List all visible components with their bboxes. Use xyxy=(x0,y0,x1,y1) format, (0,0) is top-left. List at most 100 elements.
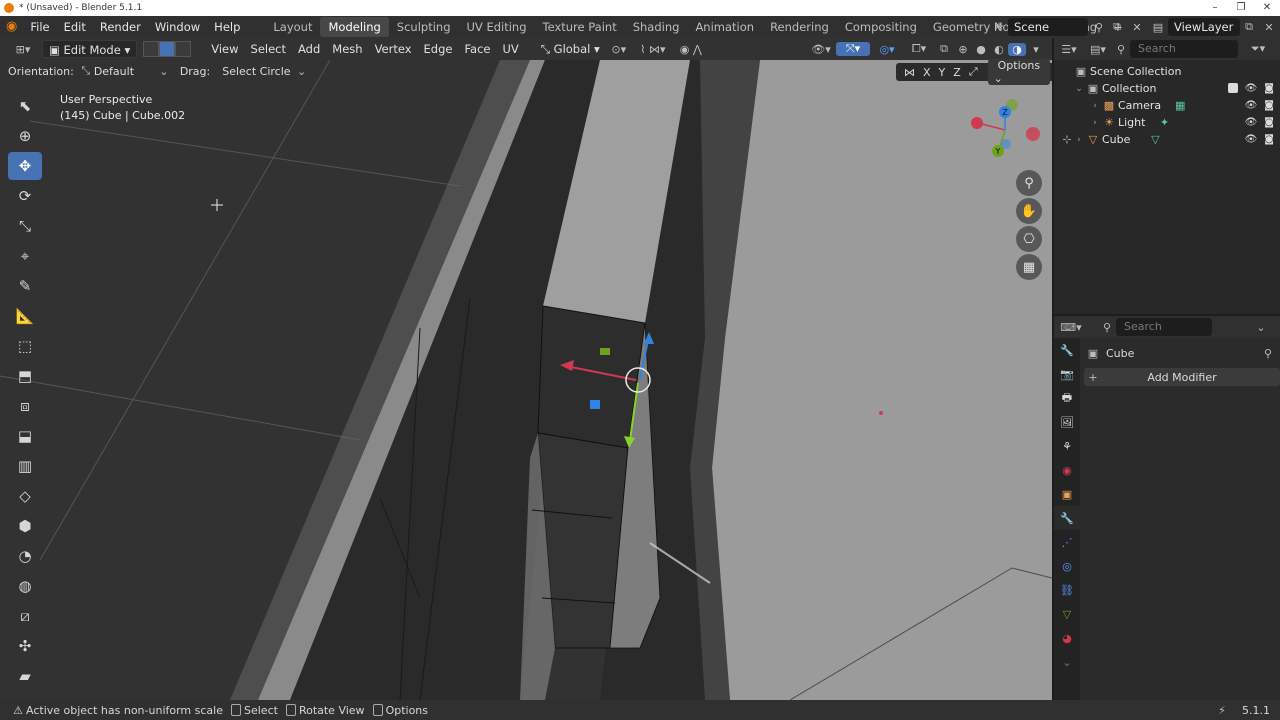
tab-texture-paint[interactable]: Texture Paint xyxy=(535,17,625,37)
transform-orientation-selector[interactable]: ⤡ Global ▾ xyxy=(535,40,606,58)
render-camera-icon[interactable]: ◙ xyxy=(1264,100,1274,111)
tab-compositing[interactable]: Compositing xyxy=(837,17,925,37)
view-layer-tab-icon[interactable]: 🖼 xyxy=(1054,410,1080,434)
solid-shading-icon[interactable]: ● xyxy=(972,43,990,56)
orientation-dropdown[interactable]: Default xyxy=(94,65,158,78)
transform-tool-icon[interactable]: ⌖ xyxy=(8,242,42,270)
tab-layout[interactable]: Layout xyxy=(265,17,320,37)
editor-type-icon[interactable]: ⊞▾ xyxy=(10,43,36,56)
shrink-fatten-tool-icon[interactable]: ✣ xyxy=(8,632,42,660)
xray-toggle-icon[interactable]: ⧉ xyxy=(934,42,954,56)
tab-rendering[interactable]: Rendering xyxy=(762,17,837,37)
render-tab-icon[interactable]: 📷 xyxy=(1054,362,1080,386)
proportional-editing-icon[interactable]: ◉ ⋀ xyxy=(674,43,708,56)
menu-edge[interactable]: Edge xyxy=(418,40,459,58)
knife-tool-icon[interactable]: ◇ xyxy=(8,482,42,510)
maximize-button[interactable]: ❐ xyxy=(1228,0,1254,16)
pin-icon[interactable]: ⚲ xyxy=(1090,21,1108,34)
outliner-row-collection[interactable]: ⌄ ▣ Collection 👁 ◙ xyxy=(1054,80,1280,97)
filter-icon[interactable]: ⏷▾ xyxy=(1244,42,1272,56)
wireframe-shading-icon[interactable]: ⊕ xyxy=(954,43,972,56)
tab-modeling[interactable]: Modeling xyxy=(320,17,389,37)
eye-icon[interactable]: 👁 xyxy=(1245,134,1258,145)
eye-icon[interactable]: 👁 xyxy=(1245,100,1258,111)
scene-tab-icon[interactable]: ⚘ xyxy=(1054,434,1080,458)
close-button[interactable]: ✕ xyxy=(1254,0,1280,16)
rotate-tool-icon[interactable]: ⟳ xyxy=(8,182,42,210)
particles-tab-icon[interactable]: ⋰ xyxy=(1054,530,1080,554)
drag-chevron-icon[interactable]: ⌄ xyxy=(295,65,309,78)
annotate-tool-icon[interactable]: ✎ xyxy=(8,272,42,300)
spin-tool-icon[interactable]: ◔ xyxy=(8,542,42,570)
mirror-z-toggle[interactable]: Z xyxy=(949,66,965,79)
delete-view-layer-icon[interactable]: ✕ xyxy=(1258,21,1280,34)
constraints-tab-icon[interactable]: ⛓ xyxy=(1054,578,1080,602)
auto-merge-icon[interactable]: ⤢ xyxy=(965,65,982,79)
modifier-tab-icon[interactable]: 🔧 xyxy=(1054,506,1080,530)
outliner-row-scene-collection[interactable]: ▣ Scene Collection xyxy=(1054,63,1280,80)
drag-dropdown[interactable]: Select Circle xyxy=(222,65,290,78)
exclude-checkbox[interactable] xyxy=(1227,83,1238,93)
scale-tool-icon[interactable]: ⤡ xyxy=(8,212,42,240)
pivot-point-icon[interactable]: ⊙▾ xyxy=(606,43,632,56)
world-tab-icon[interactable]: ◉ xyxy=(1054,458,1080,482)
bevel-tool-icon[interactable]: ⬓ xyxy=(8,422,42,450)
outliner-row-light[interactable]: › ☀ Light ✦ 👁 ◙ xyxy=(1054,114,1280,131)
pan-hand-icon[interactable]: ✋ xyxy=(1016,198,1042,224)
eye-icon[interactable]: 👁 xyxy=(1245,117,1258,128)
add-modifier-button[interactable]: + Add Modifier xyxy=(1084,368,1280,386)
new-scene-icon[interactable]: ⧉ xyxy=(1108,20,1126,34)
outliner-editor-type-icon[interactable]: ☰▾ xyxy=(1054,43,1084,56)
mesh-edit-overlay-icon[interactable]: ⧠▾ xyxy=(904,42,934,56)
orientation-chevron-icon[interactable]: ⌄ xyxy=(158,65,170,78)
outliner-row-cube[interactable]: ⊹ › ▽ Cube ▽ 👁 ◙ xyxy=(1054,131,1280,148)
measure-tool-icon[interactable]: 📐 xyxy=(8,302,42,330)
vertex-select-mode-icon[interactable] xyxy=(143,41,160,57)
tool-tab-icon[interactable]: 🔧 xyxy=(1054,338,1080,362)
overlays-toggle-icon[interactable]: ◎▾ xyxy=(870,43,904,56)
3d-viewport[interactable]: Z Y ⊞▾ ▣ Edit Mode ▾ View Select Add Mes… xyxy=(0,38,1052,700)
inset-tool-icon[interactable]: ⧈ xyxy=(8,392,42,420)
zoom-icon[interactable]: ⚲ xyxy=(1016,170,1042,196)
mirror-y-toggle[interactable]: Y xyxy=(935,66,950,79)
viewport-scene[interactable]: Z Y xyxy=(0,38,1052,700)
edge-slide-tool-icon[interactable]: ⧄ xyxy=(8,602,42,630)
mode-selector[interactable]: ▣ Edit Mode ▾ xyxy=(42,40,138,58)
render-camera-icon[interactable]: ◙ xyxy=(1264,134,1274,145)
scroll-down-icon[interactable]: ⌄ xyxy=(1054,650,1080,674)
poly-build-tool-icon[interactable]: ⬢ xyxy=(8,512,42,540)
shear-tool-icon[interactable]: ▰ xyxy=(8,662,42,690)
tab-sculpting[interactable]: Sculpting xyxy=(389,17,459,37)
options-dropdown[interactable]: Options ⌄ xyxy=(987,59,1051,85)
menu-window[interactable]: Window xyxy=(148,16,207,38)
loop-cut-tool-icon[interactable]: ▥ xyxy=(8,452,42,480)
outliner-row-camera[interactable]: › ▩ Camera ▦ 👁 ◙ xyxy=(1054,97,1280,114)
expand-icon[interactable]: › xyxy=(1090,118,1100,128)
mesh-data-icon[interactable]: ▽ xyxy=(1146,133,1164,146)
tab-animation[interactable]: Animation xyxy=(687,17,762,37)
gizmo-toggle-icon[interactable]: ⤧▾ xyxy=(836,42,870,56)
edit-mode-indicator-icon[interactable]: ⊹ xyxy=(1060,133,1074,146)
properties-search-input[interactable]: Search xyxy=(1116,318,1212,336)
minimize-button[interactable]: – xyxy=(1202,0,1228,16)
render-camera-icon[interactable]: ◙ xyxy=(1264,117,1274,128)
menu-face[interactable]: Face xyxy=(458,40,496,58)
rendered-shading-icon[interactable]: ◑ xyxy=(1008,42,1026,56)
render-camera-icon[interactable]: ◙ xyxy=(1264,83,1274,94)
move-tool-icon[interactable]: ✥ xyxy=(8,152,42,180)
menu-add[interactable]: Add xyxy=(292,40,326,58)
camera-view-icon[interactable]: ⎔ xyxy=(1016,226,1042,252)
data-tab-icon[interactable]: ▽ xyxy=(1054,602,1080,626)
properties-editor-type-icon[interactable]: ⌨▾ xyxy=(1054,321,1088,334)
expand-icon[interactable]: › xyxy=(1090,101,1100,111)
outliner-search-input[interactable]: Search xyxy=(1130,40,1238,58)
menu-mesh[interactable]: Mesh xyxy=(326,40,368,58)
visibility-selectability-icon[interactable]: 👁▾ xyxy=(806,43,836,56)
tab-uv-editing[interactable]: UV Editing xyxy=(459,17,535,37)
menu-help[interactable]: Help xyxy=(207,16,247,38)
physics-tab-icon[interactable]: ◎ xyxy=(1054,554,1080,578)
menu-uv[interactable]: UV xyxy=(497,40,525,58)
extrude-tool-icon[interactable]: ⬒ xyxy=(8,362,42,390)
eye-icon[interactable]: 👁 xyxy=(1245,83,1258,94)
ortho-grid-icon[interactable]: ▦ xyxy=(1016,254,1042,280)
